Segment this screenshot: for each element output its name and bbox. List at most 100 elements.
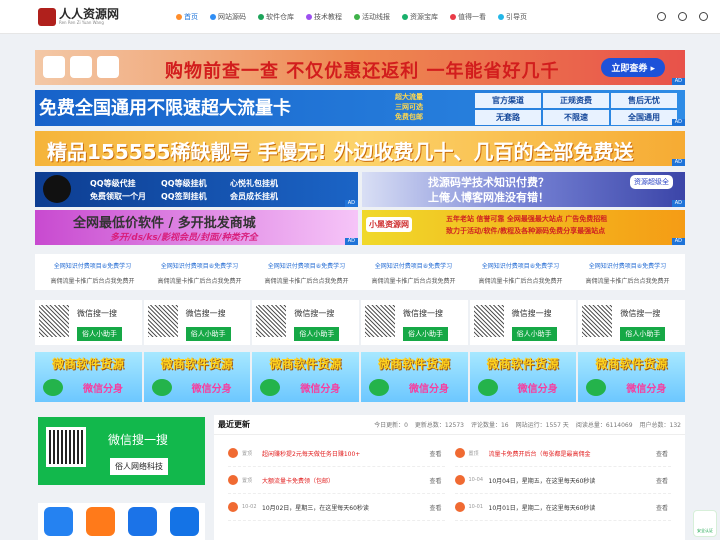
nav-item-2[interactable]: 软件仓库: [252, 12, 300, 22]
user-icon[interactable]: [699, 12, 708, 21]
nav-item-5[interactable]: 资源宝库: [396, 12, 444, 22]
post-row[interactable]: 10-01 10月01日，星期二，在这里每天60秒读 查看: [454, 494, 671, 521]
check-coupon-button[interactable]: 立即查券 ▸: [601, 58, 665, 77]
text-link[interactable]: 高佣流量卡推广后台点我免费开: [146, 274, 253, 289]
assistant-button[interactable]: 俗人小助手: [294, 327, 340, 341]
sidebar: 微信搜一搜 俗人网络科技: [38, 417, 205, 540]
software-source-ad[interactable]: 微商软件货源 微信分身: [143, 352, 251, 402]
text-link[interactable]: 高佣流量卡推广后台点我免费开: [39, 274, 146, 289]
site-uptime: 网站运行：1557 天: [515, 422, 569, 429]
wechat-search-label: 微信搜一搜: [620, 309, 661, 318]
text-link[interactable]: 全网知识付费项目⑧免费学习: [253, 259, 360, 274]
wechat-account-name[interactable]: 俗人网络科技: [110, 458, 168, 475]
wechat-search-ad[interactable]: 微信搜一搜 俗人小助手: [143, 300, 251, 345]
text-link-column: 全网知识付费项目⑧免费学习 高佣流量卡推广后台点我免费开: [360, 259, 467, 289]
video-play-icon[interactable]: [127, 507, 157, 536]
wechat-search-ad[interactable]: 微信搜一搜 俗人小助手: [35, 300, 142, 345]
weather-icon[interactable]: [169, 507, 199, 536]
post-row[interactable]: 10-04 10月04日，星期五，在这里每天60秒读 查看: [454, 467, 671, 494]
text-link[interactable]: 高佣流量卡推广后台点我免费开: [360, 274, 467, 289]
post-title[interactable]: 流量卡免费开后台（每张都是最高佣金: [489, 449, 653, 458]
ad-label: AD: [344, 238, 358, 245]
recent-updates-title: 最近更新: [218, 420, 250, 429]
post-title[interactable]: 10月02日，星期三，在这里每天60秒读: [262, 503, 426, 512]
nav-item-0[interactable]: 首页: [170, 12, 204, 22]
software-source-title: 微商软件货源: [160, 357, 233, 371]
text-link[interactable]: 高佣流量卡推广后台点我免费开: [253, 274, 360, 289]
assistant-button[interactable]: 俗人小助手: [620, 327, 666, 341]
text-link[interactable]: 全网知识付费项目⑧免费学习: [39, 259, 146, 274]
site-logo[interactable]: 人人资源网 Ren Ren Zi Yuan Wang: [38, 7, 170, 26]
software-source-ad[interactable]: 微商软件货源 微信分身: [578, 352, 685, 402]
software-source-subtitle: 微信分身: [626, 384, 667, 395]
text-link[interactable]: 全网知识付费项目⑧免费学习: [467, 259, 574, 274]
wechat-search-ad[interactable]: 微信搜一搜 俗人小助手: [360, 300, 468, 345]
wechat-qr-code: [256, 305, 287, 337]
nav-icon: [210, 13, 216, 20]
nav-icon: [498, 13, 504, 20]
nav-item-7[interactable]: 引导页: [492, 12, 533, 22]
post-row[interactable]: 置顶 流量卡免费开后台（每张都是最高佣金 查看: [454, 440, 671, 467]
search-icon[interactable]: [678, 12, 687, 21]
software-source-ad[interactable]: 微商软件货源 微信分身: [469, 352, 577, 402]
nav-item-6[interactable]: 值得一看: [444, 12, 492, 22]
text-link[interactable]: 全网知识付费项目⑧免费学习: [360, 259, 467, 274]
software-source-subtitle: 微信分身: [83, 384, 123, 395]
shopping-coupon-banner[interactable]: 购物前查一查 不仅优惠还返利 一年能省好几千 立即查券 ▸ AD: [35, 50, 685, 85]
text-link[interactable]: 全网知识付费项目⑧免费学习: [574, 259, 681, 274]
nav-item-3[interactable]: 技术教程: [300, 12, 348, 22]
post-title[interactable]: 10月01日，星期二，在这里每天60秒读: [489, 503, 653, 512]
xiaohei-resource-banner[interactable]: 小黑资源网 五年老站 信誉可靠 全网最强最大站点 广告免费招租 致力于活动/软件/…: [362, 210, 685, 245]
qq-level-banner[interactable]: QQ等级代挂 QQ等级挂机 心悦礼包挂机 免费领取一个月 QQ签到挂机 会员成长挂机 AD: [35, 172, 358, 207]
nav-item-1[interactable]: 网站源码: [204, 12, 252, 22]
wechat-search-label: 微信搜一搜: [108, 433, 169, 447]
ad-label: AD: [671, 200, 685, 207]
view-link[interactable]: 查看: [430, 476, 445, 485]
banner-tag: 资源超级全: [630, 175, 673, 189]
main-navigation: 首页 网站源码 软件仓库 技术教程 活动线报 资源宝库 值得一看 引导页: [170, 12, 657, 22]
text-link[interactable]: 高佣流量卡推广后台点我免费开: [574, 274, 681, 289]
data-card-banner[interactable]: 免费全国通用不限速超大流量卡 超大流量 三网可选 免费包邮 官方渠道 正规资费 售后无忧…: [35, 90, 685, 126]
text-link[interactable]: 高佣流量卡推广后台点我免费开: [467, 274, 574, 289]
software-source-ad[interactable]: 微商软件货源 微信分身: [252, 352, 359, 402]
software-source-ad[interactable]: 微商软件货源 微信分身: [35, 352, 142, 402]
settings-app-icon[interactable]: [44, 507, 74, 536]
text-link[interactable]: 全网知识付费项目⑧免费学习: [146, 259, 253, 274]
assistant-button[interactable]: 俗人小助手: [402, 327, 448, 341]
settings-icon[interactable]: [657, 12, 666, 21]
view-link[interactable]: 查看: [656, 449, 671, 458]
post-title[interactable]: 超闲赚秒提2元每天做任务日赚100+: [262, 449, 426, 458]
app-icon: [43, 56, 65, 78]
wechat-search-ad[interactable]: 微信搜一搜 俗人小助手: [252, 300, 359, 345]
view-link[interactable]: 查看: [430, 503, 445, 512]
software-source-ad[interactable]: 微商软件货源 微信分身: [360, 352, 468, 402]
text-link-column: 全网知识付费项目⑧免费学习 高佣流量卡推广后台点我免费开: [467, 259, 574, 289]
nav-label: 值得一看: [458, 12, 486, 21]
view-link[interactable]: 查看: [430, 449, 445, 458]
software-source-title: 微商软件货源: [269, 357, 342, 371]
assistant-button[interactable]: 俗人小助手: [185, 327, 231, 341]
nav-icon: [258, 13, 264, 20]
post-row[interactable]: 10-02 10月02日，星期三，在这里每天60秒读 查看: [228, 494, 445, 521]
post-title[interactable]: 大额流量卡免费领（包邮）: [262, 476, 426, 485]
assistant-button[interactable]: 俗人小助手: [77, 327, 122, 341]
wechat-search-ad[interactable]: 微信搜一搜俗人小助手: [578, 300, 685, 345]
view-link[interactable]: 查看: [656, 476, 671, 485]
view-link[interactable]: 查看: [656, 503, 671, 512]
nav-icon: [176, 13, 182, 20]
wechat-icon: [368, 379, 389, 396]
header-tools: [657, 12, 708, 21]
post-icon: [228, 502, 238, 512]
group-app-icon[interactable]: [86, 507, 116, 536]
software-mall-banner[interactable]: 全网最低价软件 / 多开批发商城 多开/ds/ks/影视会员/封面/种类齐全 A…: [35, 210, 358, 245]
blog-banner[interactable]: 找源码学技术知识付费？ 上俺人博客网准没有错！ 资源超级全 AD: [362, 172, 685, 207]
post-row[interactable]: 置顶 超闲赚秒提2元每天做任务日赚100+ 查看: [228, 440, 445, 467]
lucky-number-banner[interactable]: 精品155555稀缺靓号 手慢无! 外边收费几十、几百的全部免费送 AD: [35, 131, 685, 166]
banner-text: 找源码学技术知识付费？ 上俺人博客网准没有错！: [428, 176, 549, 204]
post-title[interactable]: 10月04日，星期五，在这里每天60秒读: [489, 476, 653, 485]
nav-item-4[interactable]: 活动线报: [348, 12, 396, 22]
wechat-search-ad[interactable]: 微信搜一搜 俗人小助手: [469, 300, 577, 345]
security-badge[interactable]: 安全认证: [693, 510, 717, 537]
assistant-button[interactable]: 俗人小助手: [511, 327, 557, 341]
post-row[interactable]: 置顶 大额流量卡免费领（包邮） 查看: [228, 467, 445, 494]
